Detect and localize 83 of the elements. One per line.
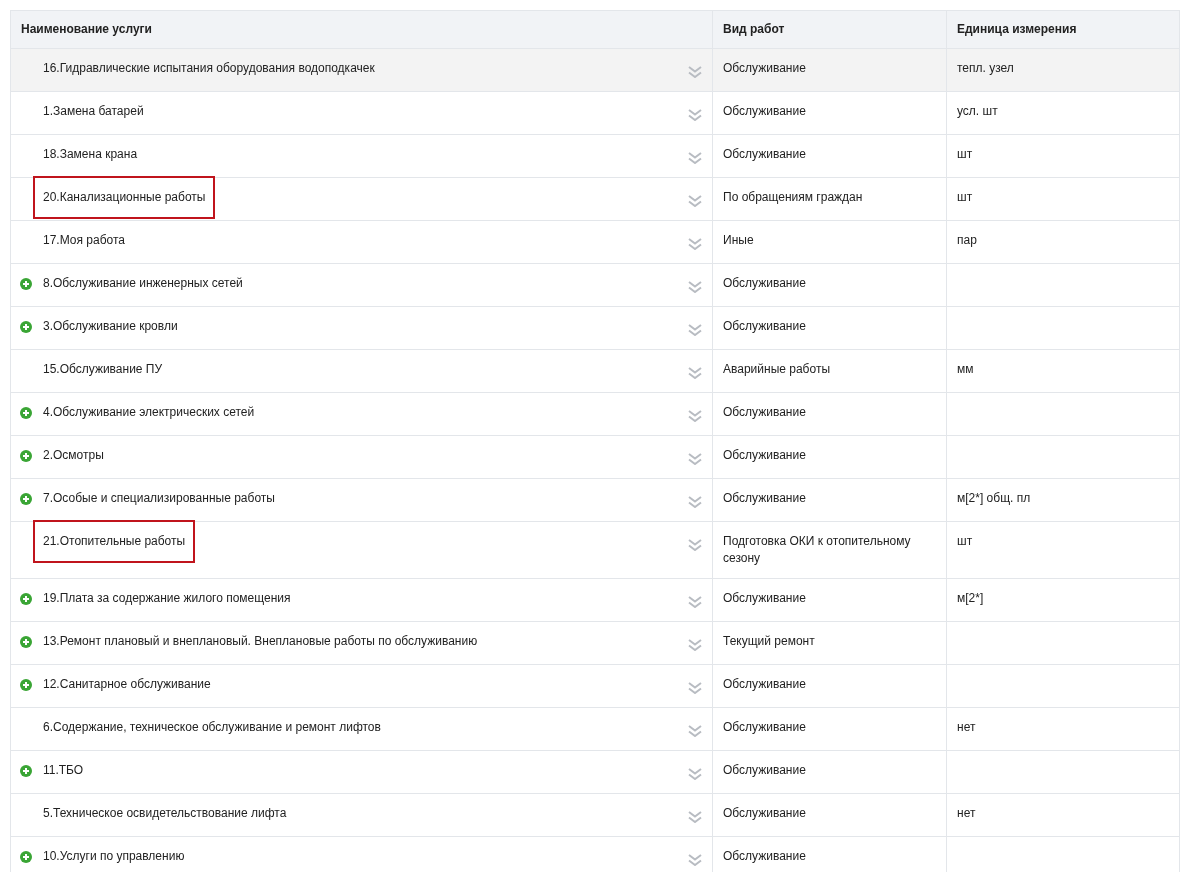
service-name: 15.Обслуживание ПУ (43, 362, 163, 376)
service-name: 8.Обслуживание инженерных сетей (43, 276, 243, 290)
table-cell: Обслуживание (712, 708, 946, 751)
plus-icon[interactable] (20, 765, 32, 777)
table-cell: мм (946, 350, 1179, 393)
service-name: 18.Замена крана (43, 147, 138, 161)
column-header: Наименование услуги (11, 10, 712, 49)
service-name: 11.ТБО (43, 763, 84, 777)
table-cell: Обслуживание (712, 264, 946, 307)
table-cell: шт (946, 135, 1179, 178)
double-chevron-down-icon[interactable] (688, 281, 702, 293)
double-chevron-down-icon[interactable] (688, 854, 702, 866)
table-cell: Подготовка ОКИ к отопительному сезону (712, 522, 946, 579)
table-cell: Обслуживание (712, 49, 946, 92)
double-chevron-down-icon[interactable] (688, 453, 702, 465)
plus-icon[interactable] (20, 851, 32, 863)
service-name: 10.Услуги по управлению (43, 849, 185, 863)
table-cell: тепл. узел (946, 49, 1179, 92)
double-chevron-down-icon[interactable] (688, 238, 702, 250)
table-cell: Обслуживание (712, 794, 946, 837)
service-name: 21.Отопительные работы (33, 520, 196, 563)
table-cell: По обращениям граждан (712, 178, 946, 221)
table-cell: Обслуживание (712, 751, 946, 794)
table-cell: Обслуживание (712, 579, 946, 622)
table-cell: Обслуживание (712, 479, 946, 522)
double-chevron-down-icon[interactable] (688, 682, 702, 694)
double-chevron-down-icon[interactable] (688, 496, 702, 508)
table-cell: Обслуживание (712, 665, 946, 708)
table-row[interactable]: 16.Гидравлические испытания оборудования водоподкачек (11, 49, 712, 92)
table-row[interactable]: 21.Отопительные работы (11, 522, 712, 579)
plus-icon[interactable] (20, 321, 32, 333)
table-cell: усл. шт (946, 92, 1179, 135)
service-name: 2.Осмотры (43, 448, 104, 462)
plus-icon[interactable] (20, 450, 32, 462)
double-chevron-down-icon[interactable] (688, 152, 702, 164)
double-chevron-down-icon[interactable] (688, 195, 702, 207)
service-name: 6.Содержание, техническое обслуживание и ремонт лифтов (43, 720, 381, 734)
double-chevron-down-icon[interactable] (688, 539, 702, 551)
double-chevron-down-icon[interactable] (688, 768, 702, 780)
double-chevron-down-icon[interactable] (688, 725, 702, 737)
double-chevron-down-icon[interactable] (688, 410, 702, 422)
table-cell: Обслуживание (712, 393, 946, 436)
table-cell: шт (946, 522, 1179, 579)
table-cell: Аварийные работы (712, 350, 946, 393)
service-name: 12.Санитарное обслуживание (43, 677, 211, 691)
service-name: 7.Особые и специализированные работы (43, 491, 275, 505)
plus-icon[interactable] (20, 679, 32, 691)
double-chevron-down-icon[interactable] (688, 596, 702, 608)
double-chevron-down-icon[interactable] (688, 109, 702, 121)
table-row[interactable]: 20.Канализационные работы (11, 178, 712, 221)
plus-icon[interactable] (20, 593, 32, 605)
table-cell: Обслуживание (712, 436, 946, 479)
double-chevron-down-icon[interactable] (688, 367, 702, 379)
table-cell: Обслуживание (712, 307, 946, 350)
plus-icon[interactable] (20, 636, 32, 648)
column-header: Единица измерения (946, 10, 1179, 49)
table-cell: Обслуживание (712, 135, 946, 178)
service-name: 17.Моя работа (43, 233, 125, 247)
double-chevron-down-icon[interactable] (688, 639, 702, 651)
table-cell: Обслуживание (712, 92, 946, 135)
service-name: 13.Ремонт плановый и внеплановый. Внеплановые работы по обслуживанию (43, 634, 478, 648)
service-name: 4.Обслуживание электрических сетей (43, 405, 255, 419)
plus-icon[interactable] (20, 493, 32, 505)
table-cell: Иные (712, 221, 946, 264)
double-chevron-down-icon[interactable] (688, 811, 702, 823)
service-name: 5.Техническое освидетельствование лифта (43, 806, 287, 820)
service-name: 1.Замена батарей (43, 104, 144, 118)
table-cell: пар (946, 221, 1179, 264)
service-name: 19.Плата за содержание жилого помещения (43, 591, 291, 605)
table-cell: нет (946, 794, 1179, 837)
service-name: 20.Канализационные работы (33, 176, 216, 219)
double-chevron-down-icon[interactable] (688, 66, 702, 78)
table-cell: шт (946, 178, 1179, 221)
table-cell: м[2*] (946, 579, 1179, 622)
service-name: 16.Гидравлические испытания оборудования водоподкачек (43, 61, 375, 75)
table-cell: Текущий ремонт (712, 622, 946, 665)
plus-icon[interactable] (20, 278, 32, 290)
plus-icon[interactable] (20, 407, 32, 419)
table-cell: нет (946, 708, 1179, 751)
column-header: Вид работ (712, 10, 946, 49)
double-chevron-down-icon[interactable] (688, 324, 702, 336)
table-cell: м[2*] общ. пл (946, 479, 1179, 522)
service-name: 3.Обслуживание кровли (43, 319, 178, 333)
